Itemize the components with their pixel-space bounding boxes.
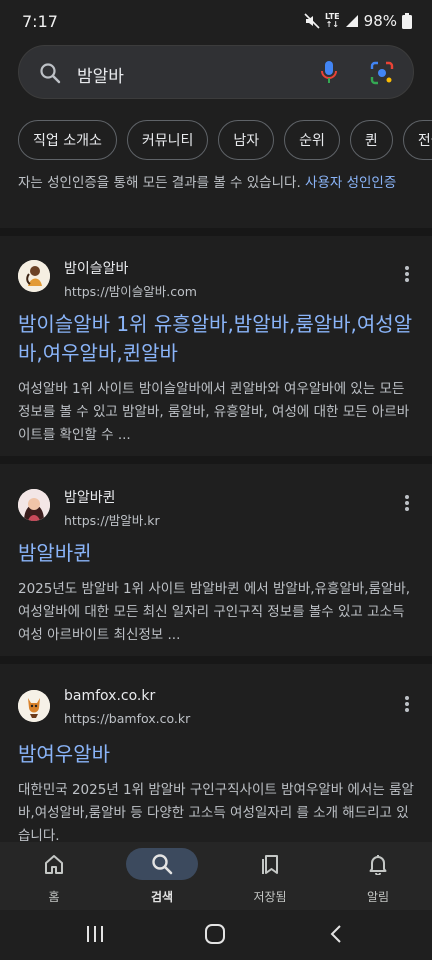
adult-verification-notice: 자는 성인인증을 통해 모든 결과를 볼 수 있습니다. 사용자 성인인증 — [18, 170, 418, 197]
site-url: https://밤이슬알바.com — [64, 284, 197, 299]
nav-notifications[interactable]: 알림 — [324, 842, 432, 910]
nav-notifications-label: 알림 — [366, 890, 390, 904]
site-url: https://bamfox.co.kr — [64, 711, 191, 726]
recent-apps-icon[interactable] — [85, 924, 105, 944]
home-button-icon[interactable] — [204, 924, 226, 944]
chip-male[interactable]: 남자 — [218, 120, 275, 160]
search-result[interactable]: bamfox.co.kr https://bamfox.co.kr 밤여우알바 … — [0, 684, 432, 848]
result-snippet: 2025년도 밤알바 1위 사이트 밤알바퀸 에서 밤알바,유흥알바,룸알바,여… — [18, 581, 411, 643]
more-options-icon[interactable] — [402, 262, 412, 286]
chip-nationwide[interactable]: 전국 밤 — [402, 120, 432, 160]
mic-icon[interactable] — [319, 60, 339, 86]
chip-queen[interactable]: 퀸 — [349, 120, 393, 160]
divider — [0, 656, 432, 664]
bell-icon — [369, 855, 387, 875]
site-name: 밤이슬알바 — [64, 261, 129, 277]
site-name: 밤알바퀸 — [64, 490, 116, 506]
result-snippet: 대한민국 2025년 1위 밤알바 구인구직사이트 밤여우알바 에서는 룸알바,… — [18, 782, 414, 844]
chip-ranking[interactable]: 순위 — [284, 120, 340, 160]
result-title-link[interactable]: 밤알바퀸 — [18, 539, 414, 568]
system-navigation-bar — [0, 910, 432, 960]
back-icon[interactable] — [328, 924, 344, 944]
more-options-icon[interactable] — [402, 692, 412, 716]
notice-text: 자는 성인인증을 통해 모든 결과를 볼 수 있습니다. — [18, 175, 301, 191]
mute-icon — [304, 13, 320, 29]
status-time: 7:17 — [22, 12, 58, 31]
result-source: 밤알바퀸 https://밤알바.kr — [0, 483, 432, 539]
result-title-link[interactable]: 밤이슬알바 1위 유흥알바,밤알바,룸알바,여성알바,여우알바,퀸알바 — [18, 310, 414, 368]
search-result[interactable]: 밤알바퀸 https://밤알바.kr 밤알바퀸 2025년도 밤알바 1위 사… — [0, 483, 432, 647]
site-logo-icon — [18, 489, 50, 521]
lens-icon[interactable] — [370, 61, 394, 85]
site-url: https://밤알바.kr — [64, 513, 160, 528]
nav-search[interactable]: 검색 — [108, 842, 216, 910]
result-title-link[interactable]: 밤여우알바 — [18, 740, 414, 769]
status-bar: 7:17 LTE ↑↓ 98% — [0, 0, 432, 44]
search-icon[interactable] — [39, 62, 61, 84]
nav-search-label: 검색 — [150, 890, 174, 904]
chip-community[interactable]: 커뮤니티 — [126, 120, 209, 160]
network-type: LTE ↑↓ — [324, 12, 340, 29]
divider — [0, 228, 432, 236]
battery-percent: 98% — [363, 12, 397, 30]
home-icon — [45, 855, 63, 874]
status-icons: LTE ↑↓ 98% — [304, 12, 412, 30]
site-logo-icon — [18, 690, 50, 722]
divider — [0, 456, 432, 464]
site-name: bamfox.co.kr — [64, 688, 156, 704]
nav-saved-label: 저장됨 — [253, 890, 287, 904]
nav-home[interactable]: 홈 — [0, 842, 108, 910]
nav-saved[interactable]: 저장됨 — [216, 842, 324, 910]
result-source: 밤이슬알바 https://밤이슬알바.com — [0, 254, 432, 310]
nav-home-label: 홈 — [48, 890, 60, 904]
battery-icon — [402, 13, 412, 29]
adult-verification-link[interactable]: 사용자 성인인증 — [305, 175, 396, 191]
site-logo-icon — [18, 260, 50, 292]
search-result[interactable]: 밤이슬알바 https://밤이슬알바.com 밤이슬알바 1위 유흥알바,밤알… — [0, 254, 432, 447]
saved-icon — [262, 855, 278, 874]
bottom-navigation: 홈 검색 저장됨 알림 — [0, 842, 432, 910]
site-favicon — [18, 489, 50, 521]
more-options-icon[interactable] — [402, 491, 412, 515]
filter-chips: 직업 소개소 커뮤니티 남자 순위 퀸 전국 밤 — [18, 120, 432, 160]
site-favicon — [18, 260, 50, 292]
result-snippet: 여성알바 1위 사이트 밤이슬알바에서 퀸알바와 여우알바에 있는 모든 정보를… — [18, 381, 410, 443]
chip-job-agency[interactable]: 직업 소개소 — [18, 120, 117, 160]
signal-icon — [345, 15, 358, 27]
search-icon — [152, 854, 173, 875]
search-bar[interactable]: 밤알바 — [18, 45, 414, 99]
search-input[interactable]: 밤알바 — [77, 62, 124, 87]
result-source: bamfox.co.kr https://bamfox.co.kr — [0, 684, 432, 740]
site-favicon — [18, 690, 50, 722]
